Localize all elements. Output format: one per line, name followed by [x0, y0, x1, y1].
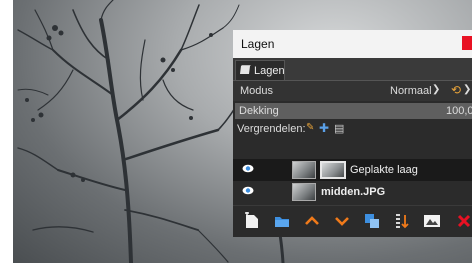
- chevron-down-icon[interactable]: ❯: [463, 84, 471, 95]
- layers-toolbar: [233, 205, 472, 237]
- layers-dialog: Lagen Lagen Modus Normaal ❯ ⟲ ❯ Dekking …: [233, 30, 472, 237]
- close-button[interactable]: [462, 36, 472, 50]
- layer-row[interactable]: midden.JPG: [233, 181, 472, 203]
- mask-icon[interactable]: [423, 212, 441, 230]
- layer-name[interactable]: Geplakte laag: [350, 164, 418, 176]
- mode-label: Modus: [240, 85, 274, 97]
- raise-layer-icon[interactable]: [303, 212, 321, 230]
- layer-thumbnail[interactable]: [292, 183, 316, 201]
- lower-layer-icon[interactable]: [333, 212, 351, 230]
- layer-mask-thumbnail[interactable]: [320, 161, 346, 179]
- duplicate-layer-icon[interactable]: [363, 212, 381, 230]
- opacity-value: 100,0: [446, 105, 472, 117]
- chevron-down-icon[interactable]: ❯: [432, 84, 440, 95]
- layer-thumbnail[interactable]: [292, 161, 316, 179]
- mode-select[interactable]: Normaal: [390, 85, 432, 97]
- lock-position-icon[interactable]: ✚: [319, 121, 329, 135]
- opacity-label: Dekking: [239, 105, 279, 117]
- delete-layer-icon[interactable]: [455, 212, 472, 230]
- eye-icon[interactable]: [242, 164, 254, 173]
- eye-icon[interactable]: [242, 186, 254, 195]
- layer-name[interactable]: midden.JPG: [321, 186, 385, 198]
- layer-row[interactable]: Geplakte laag: [233, 159, 472, 181]
- tab-bar: Lagen: [233, 58, 472, 81]
- new-layer-group-icon[interactable]: [273, 212, 291, 230]
- lock-pixels-icon[interactable]: ✎: [306, 122, 314, 133]
- lock-alpha-icon[interactable]: ▤: [334, 122, 344, 135]
- dialog-titlebar[interactable]: Lagen: [233, 30, 472, 58]
- tab-layers-label: Lagen: [254, 65, 285, 77]
- dialog-title: Lagen: [241, 37, 275, 51]
- composite-mode-icon[interactable]: ⟲: [451, 83, 461, 97]
- lock-label: Vergrendelen:: [237, 123, 306, 135]
- lock-row: Vergrendelen: ✎ ✚ ▤: [233, 121, 472, 139]
- tab-layers[interactable]: Lagen: [235, 60, 285, 80]
- layers-icon: [240, 65, 251, 74]
- anchor-layer-icon[interactable]: [393, 212, 411, 230]
- mode-row: Modus Normaal ❯ ⟲ ❯: [233, 81, 472, 101]
- new-layer-icon[interactable]: [243, 212, 261, 230]
- opacity-slider[interactable]: Dekking 100,0: [235, 103, 472, 119]
